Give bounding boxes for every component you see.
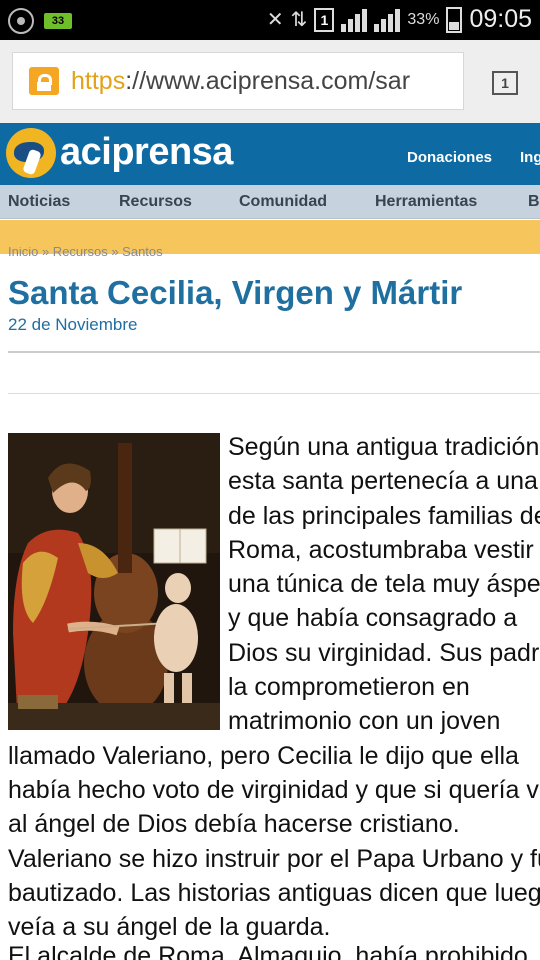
notification-icon	[8, 8, 34, 34]
signal-icon-2	[374, 8, 401, 32]
nav-item-comunidad[interactable]: Comunidad	[239, 193, 327, 211]
browser-toolbar: https://www.aciprensa.com/sar 1	[0, 40, 540, 123]
page-title: Santa Cecilia, Virgen y Mártir	[8, 274, 463, 311]
battery-notification-icon: 33	[44, 13, 72, 29]
feast-date: 22 de Noviembre	[8, 315, 138, 334]
clock: 09:05	[469, 5, 532, 33]
divider	[8, 351, 540, 353]
lock-icon[interactable]	[29, 67, 59, 95]
battery-percent: 33%	[407, 10, 440, 28]
divider	[8, 393, 540, 394]
signal-icon	[341, 8, 368, 32]
ingles-link[interactable]: Ing	[520, 149, 540, 166]
saint-painting-image	[8, 433, 220, 730]
main-nav: Noticias Recursos Comunidad Herramientas…	[0, 185, 540, 219]
mute-icon: ✕	[266, 9, 284, 31]
nav-item-noticias[interactable]: Noticias	[8, 193, 70, 211]
tabs-button[interactable]: 1	[492, 71, 518, 95]
url-text: ://www.aciprensa.com/sar	[125, 66, 411, 95]
url-scheme: https	[71, 66, 126, 95]
data-arrows-icon: ⇅	[290, 9, 308, 31]
nav-item-recursos[interactable]: Recursos	[119, 193, 192, 211]
nav-item-biblia[interactable]: Bi	[528, 193, 540, 211]
next-paragraph: El alcalde de Roma, Almaquio, había proh…	[8, 942, 528, 960]
logo-icon[interactable]	[6, 128, 56, 178]
donaciones-link[interactable]: Donaciones	[407, 149, 492, 166]
site-logo[interactable]: aciprensa	[60, 131, 233, 174]
address-bar[interactable]: https://www.aciprensa.com/sar	[12, 52, 464, 110]
battery-icon	[446, 6, 463, 33]
sim-icon: 1	[314, 7, 335, 32]
nav-item-herramientas[interactable]: Herramientas	[375, 193, 477, 211]
status-bar: 33 ✕ ⇅ 1 33% 09:05	[0, 0, 540, 40]
site-header: aciprensa Donaciones Ing	[0, 123, 540, 185]
breadcrumb[interactable]: Inicio » Recursos » Santos	[8, 247, 163, 257]
